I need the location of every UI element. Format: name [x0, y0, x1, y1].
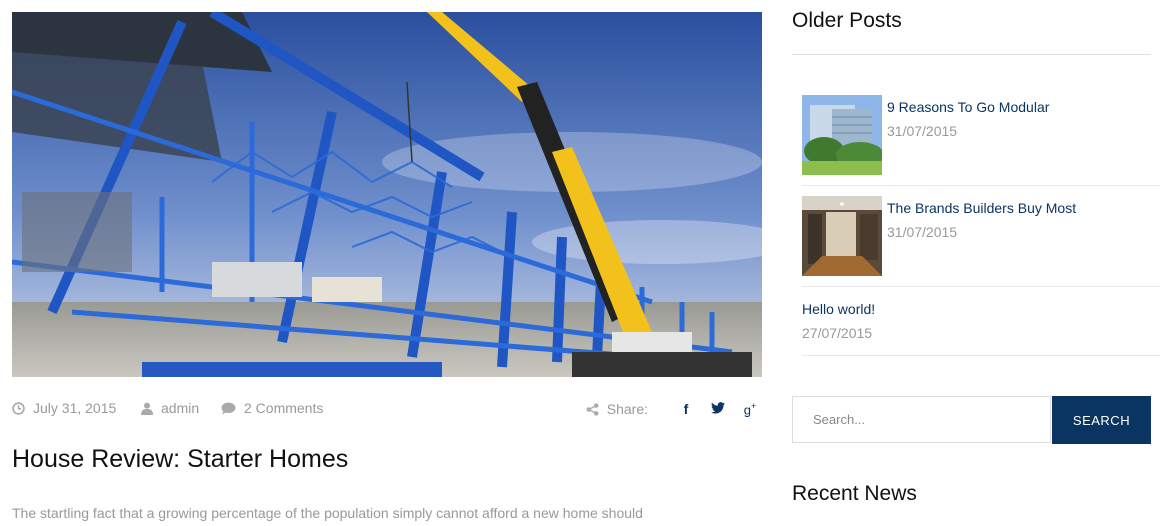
- user-icon: [141, 402, 153, 415]
- share-label: Share:: [606, 401, 648, 417]
- recent-news-heading: Recent News: [792, 482, 917, 505]
- older-post-date: 27/07/2015: [802, 325, 873, 341]
- older-post-date: 31/07/2015: [887, 224, 958, 240]
- post-date: July 31, 2015: [12, 400, 116, 416]
- older-post-title[interactable]: Hello world!: [802, 301, 875, 317]
- post-comments-text[interactable]: 2 Comments: [244, 400, 323, 416]
- post-thumbnail[interactable]: [802, 196, 882, 276]
- share-bar: Share: f g+: [586, 398, 758, 420]
- older-post-item[interactable]: 9 Reasons To Go Modular 31/07/2015: [802, 95, 1160, 186]
- google-plus-icon[interactable]: g+: [742, 401, 758, 417]
- post-excerpt: The startling fact that a growing percen…: [12, 505, 643, 521]
- post-comments[interactable]: 2 Comments: [221, 400, 323, 416]
- older-post-item[interactable]: Hello world! 27/07/2015: [802, 297, 1160, 356]
- search-button[interactable]: SEARCH: [1052, 396, 1151, 444]
- post-thumbnail[interactable]: [802, 95, 882, 175]
- facebook-icon[interactable]: f: [678, 401, 694, 417]
- heading-divider: [792, 54, 1151, 55]
- post-meta: July 31, 2015 admin 2 Comments Share: f …: [12, 398, 762, 420]
- post-author-text[interactable]: admin: [161, 400, 199, 416]
- featured-image[interactable]: [12, 12, 762, 377]
- older-post-item[interactable]: The Brands Builders Buy Most 31/07/2015: [802, 196, 1160, 287]
- comment-icon: [221, 402, 236, 414]
- post-date-text: July 31, 2015: [33, 400, 117, 416]
- older-posts-heading: Older Posts: [792, 9, 902, 32]
- share-icon: [586, 402, 599, 416]
- post-title[interactable]: House Review: Starter Homes: [12, 445, 348, 474]
- post-author[interactable]: admin: [141, 400, 199, 416]
- older-post-title[interactable]: The Brands Builders Buy Most: [887, 200, 1076, 216]
- twitter-icon[interactable]: [710, 401, 726, 417]
- construction-site-image: [12, 12, 762, 377]
- older-post-date: 31/07/2015: [887, 123, 958, 139]
- clock-icon: [12, 401, 25, 415]
- search-input[interactable]: [792, 396, 1051, 443]
- older-post-title[interactable]: 9 Reasons To Go Modular: [887, 99, 1049, 115]
